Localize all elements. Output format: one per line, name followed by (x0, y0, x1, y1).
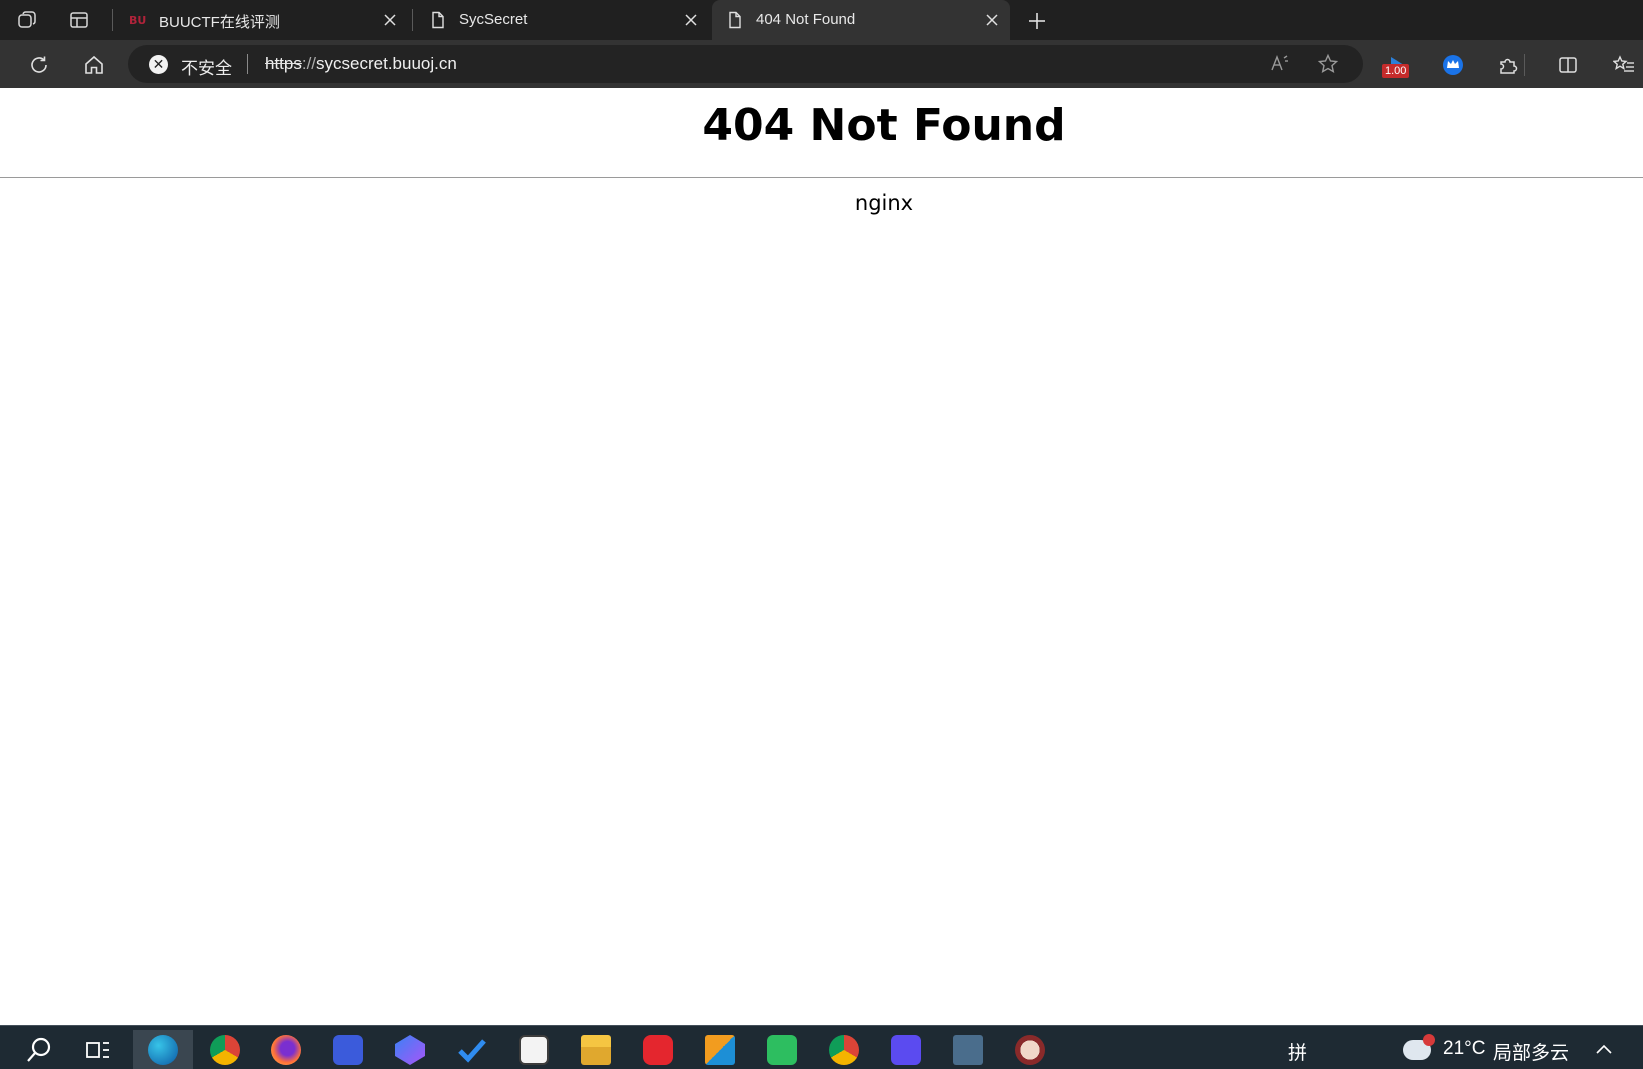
taskbar-store-icon[interactable] (514, 1030, 554, 1069)
tab-buuctf[interactable]: BU BUUCTF在线评测 (115, 0, 408, 40)
page-icon (726, 11, 744, 29)
server-signature: nginx (854, 191, 914, 215)
taskbar-copilot-icon[interactable] (390, 1030, 430, 1069)
svg-text:BU: BU (129, 14, 146, 27)
read-aloud-icon[interactable] (1267, 51, 1293, 77)
tab-sycsecret[interactable]: SycSecret (415, 0, 709, 40)
url-host: sycsecret.buuoj.cn (316, 54, 457, 73)
tab-404-not-found[interactable]: 404 Not Found (712, 0, 1010, 40)
close-icon[interactable] (681, 10, 701, 30)
taskbar-vscode-icon[interactable] (328, 1030, 368, 1069)
horizontal-rule (0, 177, 1643, 178)
tab-title: BUUCTF在线评测 (159, 14, 280, 31)
url-text[interactable]: https://sycsecret.buuoj.cn (265, 54, 457, 74)
tab-title: 404 Not Found (756, 11, 856, 28)
taskbar-netease-music-icon[interactable] (638, 1030, 678, 1069)
buuctf-logo-icon: BU (129, 11, 147, 29)
not-secure-icon[interactable]: ✕ (149, 55, 168, 74)
error-heading: 404 Not Found (702, 100, 1066, 151)
browser-toolbar: ✕ 不安全 https://sycsecret.buuoj.cn 1.00 (0, 40, 1643, 88)
favorites-list-icon[interactable] (1609, 50, 1639, 80)
weather-cloud-icon[interactable] (1397, 1030, 1437, 1069)
weather-description[interactable]: 局部多云 (1493, 1038, 1569, 1065)
refresh-button[interactable] (24, 50, 54, 80)
chevron-up-icon[interactable] (1584, 1030, 1624, 1069)
ime-indicator[interactable]: 拼 (1288, 1038, 1307, 1065)
weather-temperature[interactable]: 21°C (1443, 1038, 1485, 1060)
tab-separator (412, 9, 413, 31)
url-scheme: https (265, 54, 302, 73)
windows-taskbar: 拼 21°C 局部多云 (0, 1025, 1643, 1069)
taskbar-avatar-icon[interactable] (1010, 1030, 1050, 1069)
address-bar[interactable]: ✕ 不安全 https://sycsecret.buuoj.cn (128, 45, 1363, 83)
page-icon (429, 11, 447, 29)
home-button[interactable] (79, 50, 109, 80)
vertical-tabs-icon[interactable] (66, 7, 92, 33)
taskbar-calculator-icon[interactable] (948, 1030, 988, 1069)
taskbar-vmware-icon[interactable] (700, 1030, 740, 1069)
extension-badge: 1.00 (1382, 64, 1410, 78)
split-screen-icon[interactable] (1553, 50, 1583, 80)
tab-separator (112, 9, 113, 31)
url-separator: :// (301, 54, 317, 73)
close-icon[interactable] (380, 10, 400, 30)
address-separator (247, 54, 248, 74)
tab-strip: BU BUUCTF在线评测 SycSecret 404 Not Found (0, 0, 1643, 40)
taskbar-evernote-icon[interactable] (762, 1030, 802, 1069)
extension-crown-icon[interactable] (1438, 50, 1468, 80)
extensions-puzzle-icon[interactable] (1493, 50, 1523, 80)
tab-title: SycSecret (459, 11, 528, 28)
taskbar-lightning-icon[interactable] (886, 1030, 926, 1069)
toolbar-separator (1524, 54, 1525, 76)
taskbar-firefox-icon[interactable] (266, 1030, 306, 1069)
taskbar-todo-icon[interactable] (452, 1030, 492, 1069)
favorite-star-icon[interactable] (1315, 51, 1341, 77)
taskbar-edge-icon[interactable] (133, 1030, 193, 1069)
search-icon[interactable] (19, 1030, 59, 1069)
taskbar-file-explorer-icon[interactable] (576, 1030, 616, 1069)
close-icon[interactable] (982, 10, 1002, 30)
taskbar-chrome-canary-icon[interactable] (824, 1030, 864, 1069)
workspaces-icon[interactable] (14, 7, 40, 33)
task-view-icon[interactable] (78, 1030, 118, 1069)
new-tab-button[interactable] (1024, 8, 1050, 34)
security-label[interactable]: 不安全 (181, 54, 232, 79)
page-content: 404 Not Found nginx (0, 88, 1643, 1025)
taskbar-chrome-icon[interactable] (205, 1030, 245, 1069)
